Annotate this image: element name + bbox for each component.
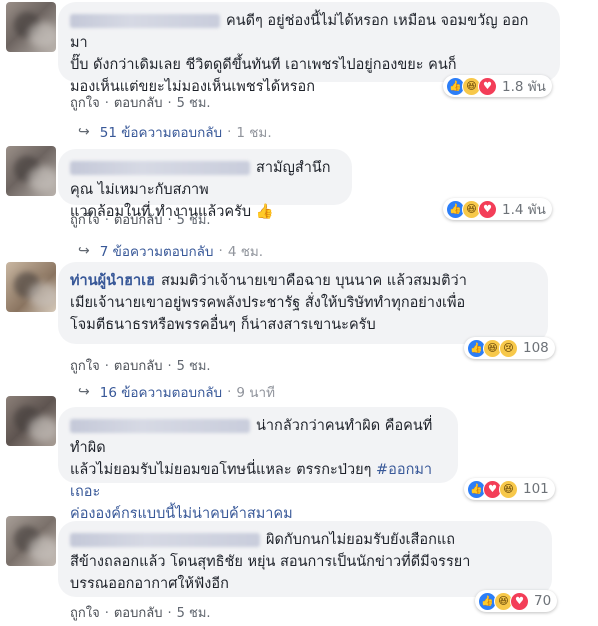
reaction-count: 1.8 พัน	[502, 79, 546, 95]
love-icon: ♥	[478, 199, 497, 219]
reaction-count: 1.4 พัน	[502, 202, 546, 218]
avatar[interactable]	[6, 516, 56, 566]
comment-actions: ถูกใจ · ตอบกลับ · 5 ชม.	[70, 213, 211, 228]
reply-link[interactable]: ตอบกลับ	[114, 96, 163, 111]
thumbs-up-emoji: 👍	[255, 204, 274, 220]
comment-text-line: แล้วไม่ยอมรับไม่ยอมขอโทษนี่แหละ ตรรกะป่ว…	[70, 462, 377, 478]
comment-bubble: คนดีๆ อยู่ช่องนี้ไม่ได้หรอก เหมือน จอมขว…	[58, 2, 560, 95]
reaction-summary[interactable]: 👍 😆 😢 108	[464, 337, 555, 359]
commenter-name-blurred[interactable]	[70, 161, 250, 175]
commenter-name-blurred[interactable]	[70, 14, 220, 28]
reply-link[interactable]: ตอบกลับ	[114, 606, 163, 621]
like-link[interactable]: ถูกใจ	[70, 606, 100, 621]
view-replies-link[interactable]: ↪ 16 ข้อความตอบกลับ · 9 นาที	[78, 381, 275, 403]
view-replies-link[interactable]: ↪ 51 ข้อความตอบกลับ · 1 ชม.	[78, 121, 272, 143]
sad-icon: 😢	[499, 338, 518, 358]
comment-text-line: ผิดกับกนกไม่ยอมรับยังเสือกแถ	[266, 532, 455, 548]
replies-count: 51 ข้อความตอบกลับ	[99, 125, 223, 141]
love-icon: ♥	[478, 76, 497, 96]
comment-actions: ถูกใจ · ตอบกลับ · 5 ชม.	[70, 606, 211, 621]
reply-link[interactable]: ตอบกลับ	[114, 359, 163, 374]
comment-time[interactable]: 5 ชม.	[177, 359, 211, 374]
reaction-count: 70	[534, 593, 552, 609]
replies-count: 7 ข้อความตอบกลับ	[99, 244, 214, 260]
comment-bubble: สามัญสำนึกคุณ ไม่เหมาะกับสภาพ แวดล้อมในท…	[58, 149, 352, 220]
like-link[interactable]: ถูกใจ	[70, 96, 100, 111]
commenter-name-blurred[interactable]	[70, 533, 260, 547]
comment-text-line: สีข้างถลอกแล้ว โดนสุทธิชัย หยุ่น สอนการเ…	[70, 554, 471, 570]
comment-actions: ถูกใจ · ตอบกลับ · 5 ชม.	[70, 96, 211, 111]
comment-bubble: น่ากลัวกว่าคนทำผิด คือคนที่ทำผิด แล้วไม่…	[58, 407, 458, 522]
comment-text-line: เมียเจ้านายเขาอยู่พรรคพลังประชารัฐ สั่งใ…	[70, 295, 466, 311]
comment-text-line: ปั๊บ ดังกว่าเดิมเลย ชีวิตดูดีขึ้นทันที เ…	[70, 57, 457, 73]
haha-icon: 😆	[499, 479, 518, 499]
reaction-summary[interactable]: 👍 ♥ 😆 101	[464, 478, 555, 500]
love-icon: ♥	[510, 591, 529, 611]
comment-text-line: โจมตีธนาธรหรือพรรคอื่นๆ ก็น่าสงสารเขานะค…	[70, 317, 376, 333]
avatar[interactable]	[6, 396, 56, 446]
replies-time: 4 ชม.	[227, 244, 264, 260]
comment-bubble: ผิดกับกนกไม่ยอมรับยังเสือกแถ สีข้างถลอกแ…	[58, 521, 552, 597]
avatar[interactable]	[6, 146, 56, 196]
reply-arrow-icon: ↪	[78, 124, 90, 140]
replies-count: 16 ข้อความตอบกลับ	[99, 385, 223, 401]
commenter-name-link[interactable]: ท่านผู้นำฮาเฮ	[70, 273, 155, 289]
reaction-summary[interactable]: 👍 😆 ♥ 1.4 พัน	[443, 198, 552, 220]
avatar[interactable]	[6, 2, 56, 52]
reaction-summary[interactable]: 👍 😆 ♥ 70	[475, 590, 558, 612]
comment-time[interactable]: 5 ชม.	[177, 213, 211, 228]
comment-text-line: บรรณออกอากาศให้ฟังอีก	[70, 576, 229, 592]
comment-time[interactable]: 5 ชม.	[177, 606, 211, 621]
comment-actions: ถูกใจ · ตอบกลับ · 5 ชม.	[70, 359, 211, 374]
comment-text-line: สมมติว่าเจ้านายเขาคือฉาย บุนนาค แล้วสมมต…	[160, 273, 467, 289]
replies-time: 1 ชม.	[236, 125, 272, 141]
like-link[interactable]: ถูกใจ	[70, 213, 100, 228]
replies-time: 9 นาที	[236, 385, 275, 401]
reply-link[interactable]: ตอบกลับ	[114, 213, 163, 228]
avatar[interactable]	[6, 262, 56, 312]
reply-arrow-icon: ↪	[78, 243, 90, 259]
comment-bubble: ท่านผู้นำฮาเฮ สมมติว่าเจ้านายเขาคือฉาย บุ…	[58, 262, 548, 344]
reaction-count: 108	[523, 340, 549, 356]
commenter-name-blurred[interactable]	[70, 419, 250, 433]
reaction-summary[interactable]: 👍 😆 ♥ 1.8 พัน	[443, 75, 552, 97]
reply-arrow-icon: ↪	[78, 384, 90, 400]
like-link[interactable]: ถูกใจ	[70, 359, 100, 374]
reaction-count: 101	[523, 481, 549, 497]
comment-time[interactable]: 5 ชม.	[177, 96, 211, 111]
view-replies-link[interactable]: ↪ 7 ข้อความตอบกลับ · 4 ชม.	[78, 240, 263, 262]
